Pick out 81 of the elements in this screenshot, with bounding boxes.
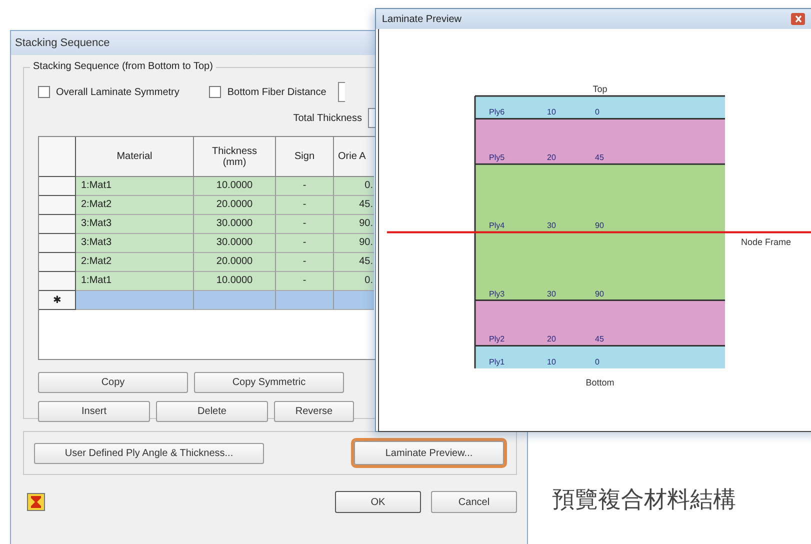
dialog-button[interactable]: Cancel xyxy=(431,491,517,513)
table-cell: - xyxy=(276,196,334,215)
ply-angle: 90 xyxy=(595,289,604,298)
table-cell: 30.0000 xyxy=(194,215,276,234)
row-header[interactable] xyxy=(39,234,76,253)
table-cell: 0. xyxy=(334,177,374,196)
table-cell: 45. xyxy=(334,196,374,215)
caption-text: 預覽複合材料結構 xyxy=(552,486,736,515)
window-title: Laminate Preview xyxy=(382,14,462,24)
row-header[interactable] xyxy=(39,196,76,215)
table-cell: 20.0000 xyxy=(194,196,276,215)
table-cell: - xyxy=(276,234,334,253)
ply-angle: 45 xyxy=(595,153,604,162)
action-button[interactable]: Copy xyxy=(38,372,188,393)
laminate-preview-button[interactable]: Laminate Preview... xyxy=(354,441,504,465)
ply-thickness: 20 xyxy=(547,153,556,162)
table-cell: 30.0000 xyxy=(194,234,276,253)
checkbox[interactable] xyxy=(38,86,50,98)
action-button[interactable]: Reverse xyxy=(274,401,354,422)
table-cell: 20.0000 xyxy=(194,253,276,272)
table-cell: 3:Mat3 xyxy=(76,234,194,253)
ply-name: Ply6 xyxy=(489,108,505,117)
ply-thickness: 20 xyxy=(547,334,556,344)
ply-thickness: 10 xyxy=(547,357,556,366)
bottom-label: Bottom xyxy=(586,377,614,388)
ply-name: Ply5 xyxy=(489,153,505,162)
action-button[interactable]: Insert xyxy=(38,401,150,422)
field-label: Total Thickness xyxy=(293,112,362,124)
row-header[interactable] xyxy=(39,177,76,196)
column-header[interactable]: Orie A xyxy=(334,137,374,177)
action-button[interactable]: Copy Symmetric xyxy=(194,372,344,393)
new-row-cell[interactable] xyxy=(76,291,194,310)
checkbox-label: Overall Laminate Symmetry xyxy=(56,86,180,98)
table-cell: 2:Mat2 xyxy=(76,196,194,215)
table-cell: 0. xyxy=(334,272,374,291)
table-cell: - xyxy=(276,272,334,291)
row-header[interactable] xyxy=(39,253,76,272)
ply-name: Ply2 xyxy=(489,334,505,344)
ply-thickness: 30 xyxy=(547,289,556,298)
new-row-cell[interactable] xyxy=(194,291,276,310)
ply-thickness: 30 xyxy=(547,221,556,230)
table-cell: - xyxy=(276,215,334,234)
table-cell: 1:Mat1 xyxy=(76,177,194,196)
new-row-cell[interactable] xyxy=(276,291,334,310)
input-field[interactable] xyxy=(338,82,346,102)
table-cell: 45. xyxy=(334,253,374,272)
row-header[interactable] xyxy=(39,272,76,291)
ply-angle: 45 xyxy=(595,334,604,344)
table-cell: 2:Mat2 xyxy=(76,253,194,272)
table-cell: 10.0000 xyxy=(194,272,276,291)
new-row-marker[interactable]: ✱ xyxy=(39,291,76,310)
ply-name: Ply3 xyxy=(489,289,505,298)
ply-angle: 0 xyxy=(595,108,600,117)
checkbox-label: Bottom Fiber Distance xyxy=(227,86,326,98)
group-title: Stacking Sequence (from Bottom to Top) xyxy=(30,61,216,72)
table-cell: 1:Mat1 xyxy=(76,272,194,291)
table-cell: 3:Mat3 xyxy=(76,215,194,234)
column-header[interactable]: Material xyxy=(76,137,194,177)
row-header[interactable] xyxy=(39,215,76,234)
table-cell: - xyxy=(276,253,334,272)
column-header[interactable]: Thickness (mm) xyxy=(194,137,276,177)
column-header[interactable]: Sign xyxy=(276,137,334,177)
ply-angle: 90 xyxy=(595,221,604,230)
ply-name: Ply1 xyxy=(489,357,505,366)
checkbox[interactable] xyxy=(209,86,222,98)
ply-angle: 0 xyxy=(595,357,600,366)
table-cell: 90. xyxy=(334,234,374,253)
close-icon[interactable] xyxy=(791,13,805,25)
top-label: Top xyxy=(592,84,608,94)
ply-thickness: 10 xyxy=(547,108,556,117)
table-cell: 10.0000 xyxy=(194,177,276,196)
user-defined-button[interactable]: User Defined Ply Angle & Thickness... xyxy=(34,442,264,464)
action-button[interactable]: Delete xyxy=(156,401,268,422)
reference-label: Node Frame xyxy=(741,237,792,248)
input-field[interactable] xyxy=(368,108,375,128)
table-cell: - xyxy=(276,177,334,196)
ply-name: Ply4 xyxy=(489,221,505,230)
dialog-button[interactable]: OK xyxy=(335,491,421,513)
new-row-cell[interactable] xyxy=(334,291,374,310)
app-icon xyxy=(27,493,45,511)
table-cell: 90. xyxy=(334,215,374,234)
